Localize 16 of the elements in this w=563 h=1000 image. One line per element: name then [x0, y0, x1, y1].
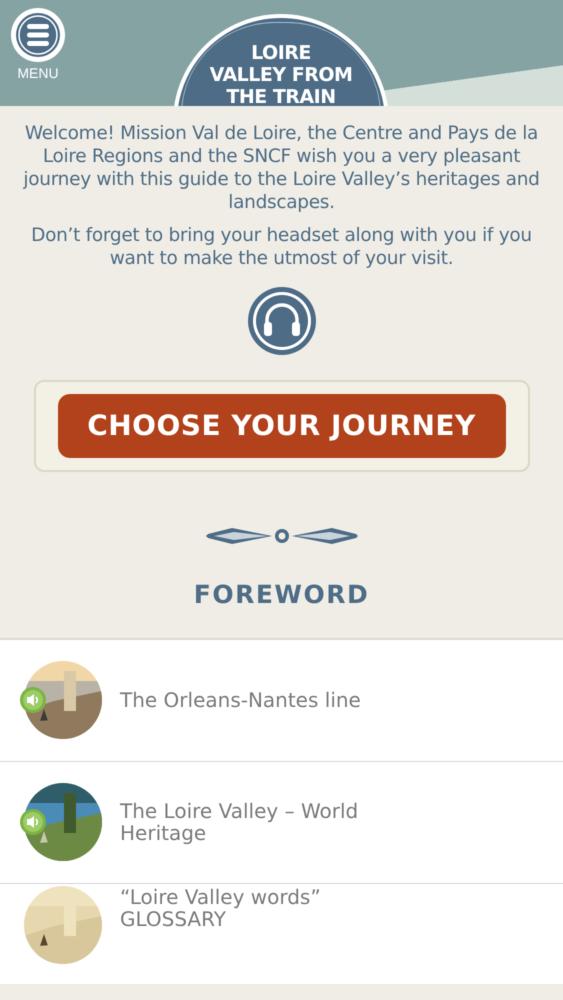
choose-journey-button[interactable]: CHOOSE YOUR JOURNEY: [58, 394, 506, 458]
topic-list-item[interactable]: The Loire Valley – World Heritage: [0, 762, 563, 884]
app-title: VALLEY FROM: [210, 64, 352, 86]
app-title: THE TRAIN: [226, 86, 336, 106]
intro-paragraph: Don’t forget to bring your headset along with you if you want to make the utmost of your visit.: [30, 224, 533, 270]
topic-list-item[interactable]: The Orleans-Nantes line: [0, 640, 563, 762]
app-title: LOIRE: [251, 42, 311, 64]
topic-title: The Orleans-Nantes line: [120, 689, 361, 711]
headphones-icon: [246, 286, 316, 356]
menu-button[interactable]: MENU: [10, 7, 66, 80]
menu-icon: [10, 7, 66, 63]
section-heading: FOREWORD: [192, 579, 370, 611]
topic-list-item[interactable]: “Loire Valley words” GLOSSARY: [0, 884, 563, 984]
intro-paragraph: Welcome! Mission Val de Loire, the Centre and Pays de la Loire Regions and the SNCF wish you a very pleasant journey with this guide to the Loire Valley’s heritages and landscapes.: [22, 122, 541, 214]
topic-title: “Loire Valley words” GLOSSARY: [120, 886, 321, 930]
topic-title: The Loire Valley – World Heritage: [120, 800, 358, 844]
